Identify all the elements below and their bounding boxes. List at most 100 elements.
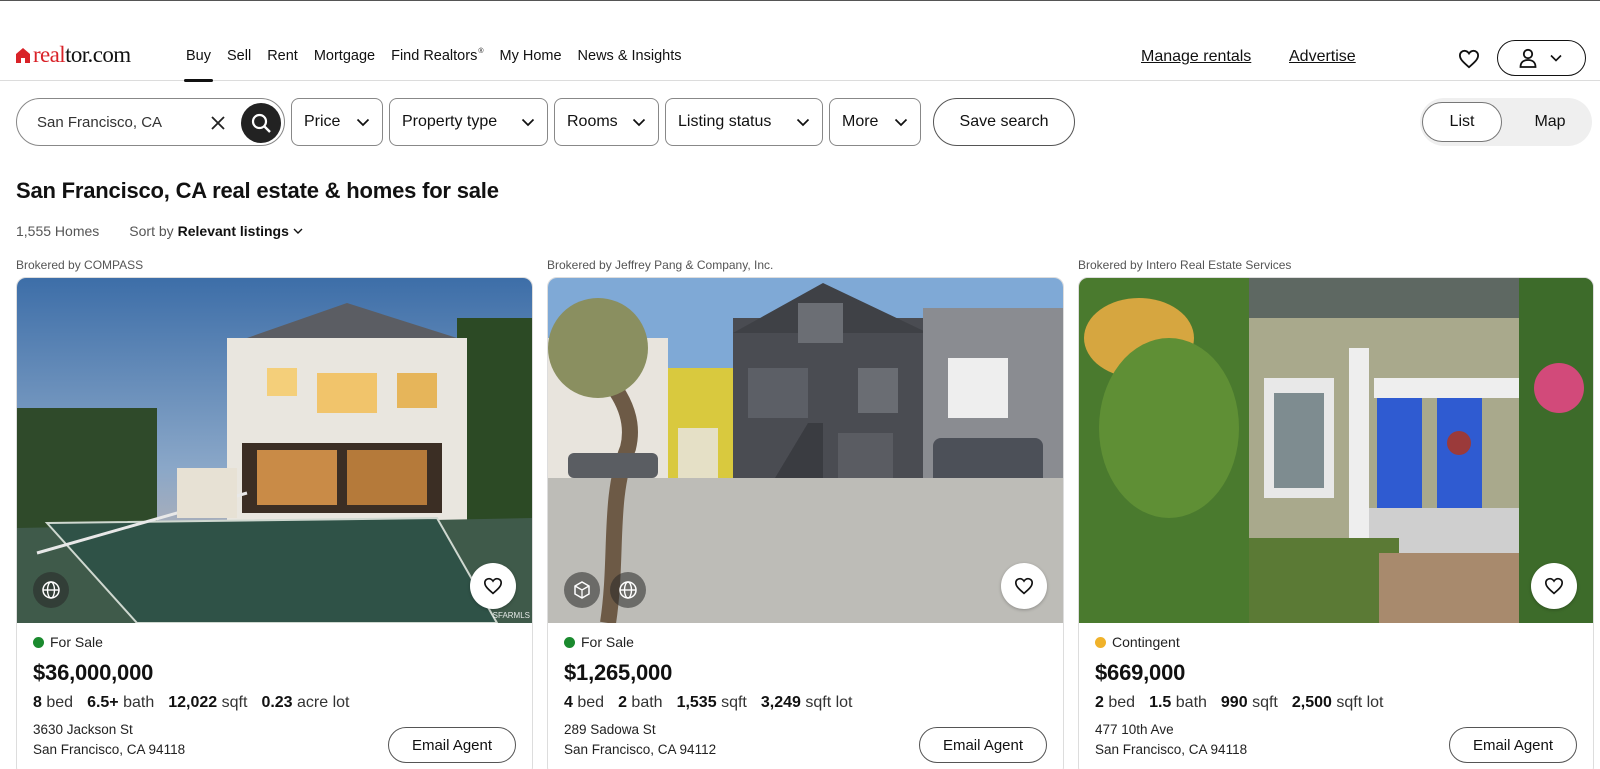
listing-specs: 2 bed 1.5 bath 990 sqft 2,500 sqft lot bbox=[1095, 694, 1585, 712]
house-logo-icon bbox=[16, 47, 30, 63]
3d-tour-button[interactable] bbox=[564, 572, 600, 608]
nav-news-insights-label: News & Insights bbox=[577, 48, 682, 64]
baths-spec: 6.5+ bath bbox=[87, 694, 155, 711]
status-text: For Sale bbox=[50, 634, 103, 650]
status-dot bbox=[564, 636, 575, 648]
save-search-button[interactable]: Save search bbox=[933, 98, 1075, 146]
beds-spec: 4 bed bbox=[564, 694, 605, 711]
status-text: Contingent bbox=[1112, 634, 1180, 650]
heart-icon bbox=[483, 577, 503, 595]
price-filter-label: Price bbox=[304, 113, 341, 130]
virtual-tour-button[interactable] bbox=[33, 572, 69, 608]
chevron-down-icon bbox=[894, 118, 908, 127]
main-nav: Buy Sell Rent Mortgage Find Realtors® My… bbox=[184, 48, 698, 82]
broker-label: Brokered by Intero Real Estate Services bbox=[1078, 258, 1292, 272]
list-view-button[interactable]: List bbox=[1422, 102, 1502, 142]
chevron-down-icon bbox=[1550, 54, 1562, 62]
beds-spec: 8 bed bbox=[33, 694, 74, 711]
list-map-toggle: List Map bbox=[1420, 98, 1592, 146]
nav-sell[interactable]: Sell bbox=[227, 48, 251, 82]
user-icon bbox=[1519, 48, 1537, 68]
nav-news-insights[interactable]: News & Insights bbox=[578, 48, 682, 82]
listing-card-body[interactable]: SFARMLS For Sale $36,000,000 8 bed 6.5+ … bbox=[16, 277, 533, 769]
chevron-down-icon bbox=[293, 228, 303, 234]
account-menu-button[interactable] bbox=[1497, 40, 1586, 76]
listing-card-body[interactable]: For Sale $1,265,000 4 bed 2 bath 1,535 s… bbox=[547, 277, 1064, 769]
saved-homes-button[interactable] bbox=[1457, 47, 1481, 71]
mls-watermark: SFARMLS bbox=[492, 611, 530, 620]
clear-search-button[interactable] bbox=[207, 112, 229, 134]
listing-price: $36,000,000 bbox=[33, 660, 154, 685]
globe-icon bbox=[619, 581, 637, 599]
property-type-filter-label: Property type bbox=[402, 113, 498, 130]
listing-status-filter-button[interactable]: Listing status bbox=[665, 98, 823, 146]
sort-dropdown[interactable]: Sort by Relevant listings bbox=[129, 223, 303, 239]
email-agent-button[interactable]: Email Agent bbox=[1449, 727, 1577, 763]
page-title: San Francisco, CA real estate & homes fo… bbox=[16, 178, 499, 203]
nav-rent-label: Rent bbox=[267, 48, 298, 64]
close-icon bbox=[211, 116, 225, 130]
globe-icon bbox=[42, 581, 60, 599]
realtor-logo[interactable]: realtor.com bbox=[16, 43, 131, 66]
rooms-filter-button[interactable]: Rooms bbox=[554, 98, 659, 146]
save-listing-button[interactable] bbox=[1001, 563, 1047, 609]
nav-mortgage-label: Mortgage bbox=[313, 48, 376, 64]
more-filters-label: More bbox=[842, 113, 879, 130]
virtual-tour-button[interactable] bbox=[610, 572, 646, 608]
heart-icon bbox=[1014, 577, 1034, 595]
listing-photo[interactable] bbox=[17, 278, 532, 623]
search-submit-button[interactable] bbox=[241, 103, 281, 143]
listing-price: $669,000 bbox=[1095, 660, 1186, 685]
results-meta: 1,555 Homes Sort by Relevant listings bbox=[16, 223, 303, 239]
sqft-spec: 990 sqft bbox=[1220, 694, 1278, 711]
price-filter-button[interactable]: Price bbox=[291, 98, 383, 146]
listing-card[interactable]: Brokered by Jeffrey Pang & Company, Inc. bbox=[547, 258, 1064, 769]
nav-sell-label: Sell bbox=[227, 48, 252, 64]
heart-icon bbox=[1458, 49, 1480, 69]
chevron-down-icon bbox=[632, 118, 646, 127]
sort-value: Relevant listings bbox=[177, 223, 289, 239]
site-header: realtor.com Buy Sell Rent Mortgage Find … bbox=[0, 1, 1600, 82]
listing-card-body[interactable]: Contingent $669,000 2 bed 1.5 bath 990 s… bbox=[1078, 277, 1594, 769]
listing-photo[interactable] bbox=[1079, 278, 1593, 623]
advertise-link[interactable]: Advertise bbox=[1289, 48, 1356, 66]
listing-status: For Sale bbox=[564, 634, 1054, 650]
nav-buy[interactable]: Buy bbox=[184, 48, 213, 82]
listing-specs: 8 bed 6.5+ bath 12,022 sqft 0.23 acre lo… bbox=[33, 694, 523, 712]
email-agent-button[interactable]: Email Agent bbox=[919, 727, 1047, 763]
status-dot bbox=[1095, 636, 1106, 648]
chevron-down-icon bbox=[356, 118, 370, 127]
nav-find-realtors-label: Find Realtors bbox=[391, 48, 478, 64]
save-listing-button[interactable] bbox=[470, 563, 516, 609]
nav-find-realtors[interactable]: Find Realtors® bbox=[391, 48, 483, 82]
listing-photo-image bbox=[1079, 278, 1593, 623]
beds-spec: 2 bed bbox=[1095, 694, 1136, 711]
manage-rentals-link[interactable]: Manage rentals bbox=[1141, 48, 1251, 66]
lot-spec: 3,249 sqft lot bbox=[760, 694, 853, 711]
nav-mortgage[interactable]: Mortgage bbox=[314, 48, 375, 82]
map-view-button[interactable]: Map bbox=[1512, 102, 1588, 142]
listing-photo-image bbox=[17, 278, 532, 623]
sqft-spec: 1,535 sqft bbox=[676, 694, 747, 711]
chevron-down-icon bbox=[521, 118, 535, 127]
listing-specs: 4 bed 2 bath 1,535 sqft 3,249 sqft lot bbox=[564, 694, 1054, 712]
save-search-label: Save search bbox=[959, 113, 1049, 130]
nav-rent[interactable]: Rent bbox=[267, 48, 298, 82]
save-listing-button[interactable] bbox=[1531, 563, 1577, 609]
nav-my-home[interactable]: My Home bbox=[500, 48, 562, 82]
search-icon bbox=[251, 113, 271, 133]
property-type-filter-button[interactable]: Property type bbox=[389, 98, 548, 146]
email-agent-button[interactable]: Email Agent bbox=[388, 727, 516, 763]
3d-tour-icon bbox=[574, 581, 590, 599]
lot-spec: 0.23 acre lot bbox=[261, 694, 350, 711]
location-search-input[interactable] bbox=[37, 113, 187, 131]
listing-card[interactable]: Brokered by COMPASS SFARMLS For Sale $36… bbox=[16, 258, 533, 769]
sqft-spec: 12,022 sqft bbox=[168, 694, 248, 711]
more-filters-button[interactable]: More bbox=[829, 98, 921, 146]
status-text: For Sale bbox=[581, 634, 634, 650]
listing-status-filter-label: Listing status bbox=[678, 113, 772, 130]
map-view-label: Map bbox=[1534, 113, 1566, 130]
nav-buy-label: Buy bbox=[186, 48, 211, 64]
baths-spec: 1.5 bath bbox=[1149, 694, 1207, 711]
listing-card[interactable]: Brokered by Intero Real Estate Services bbox=[1078, 258, 1594, 769]
